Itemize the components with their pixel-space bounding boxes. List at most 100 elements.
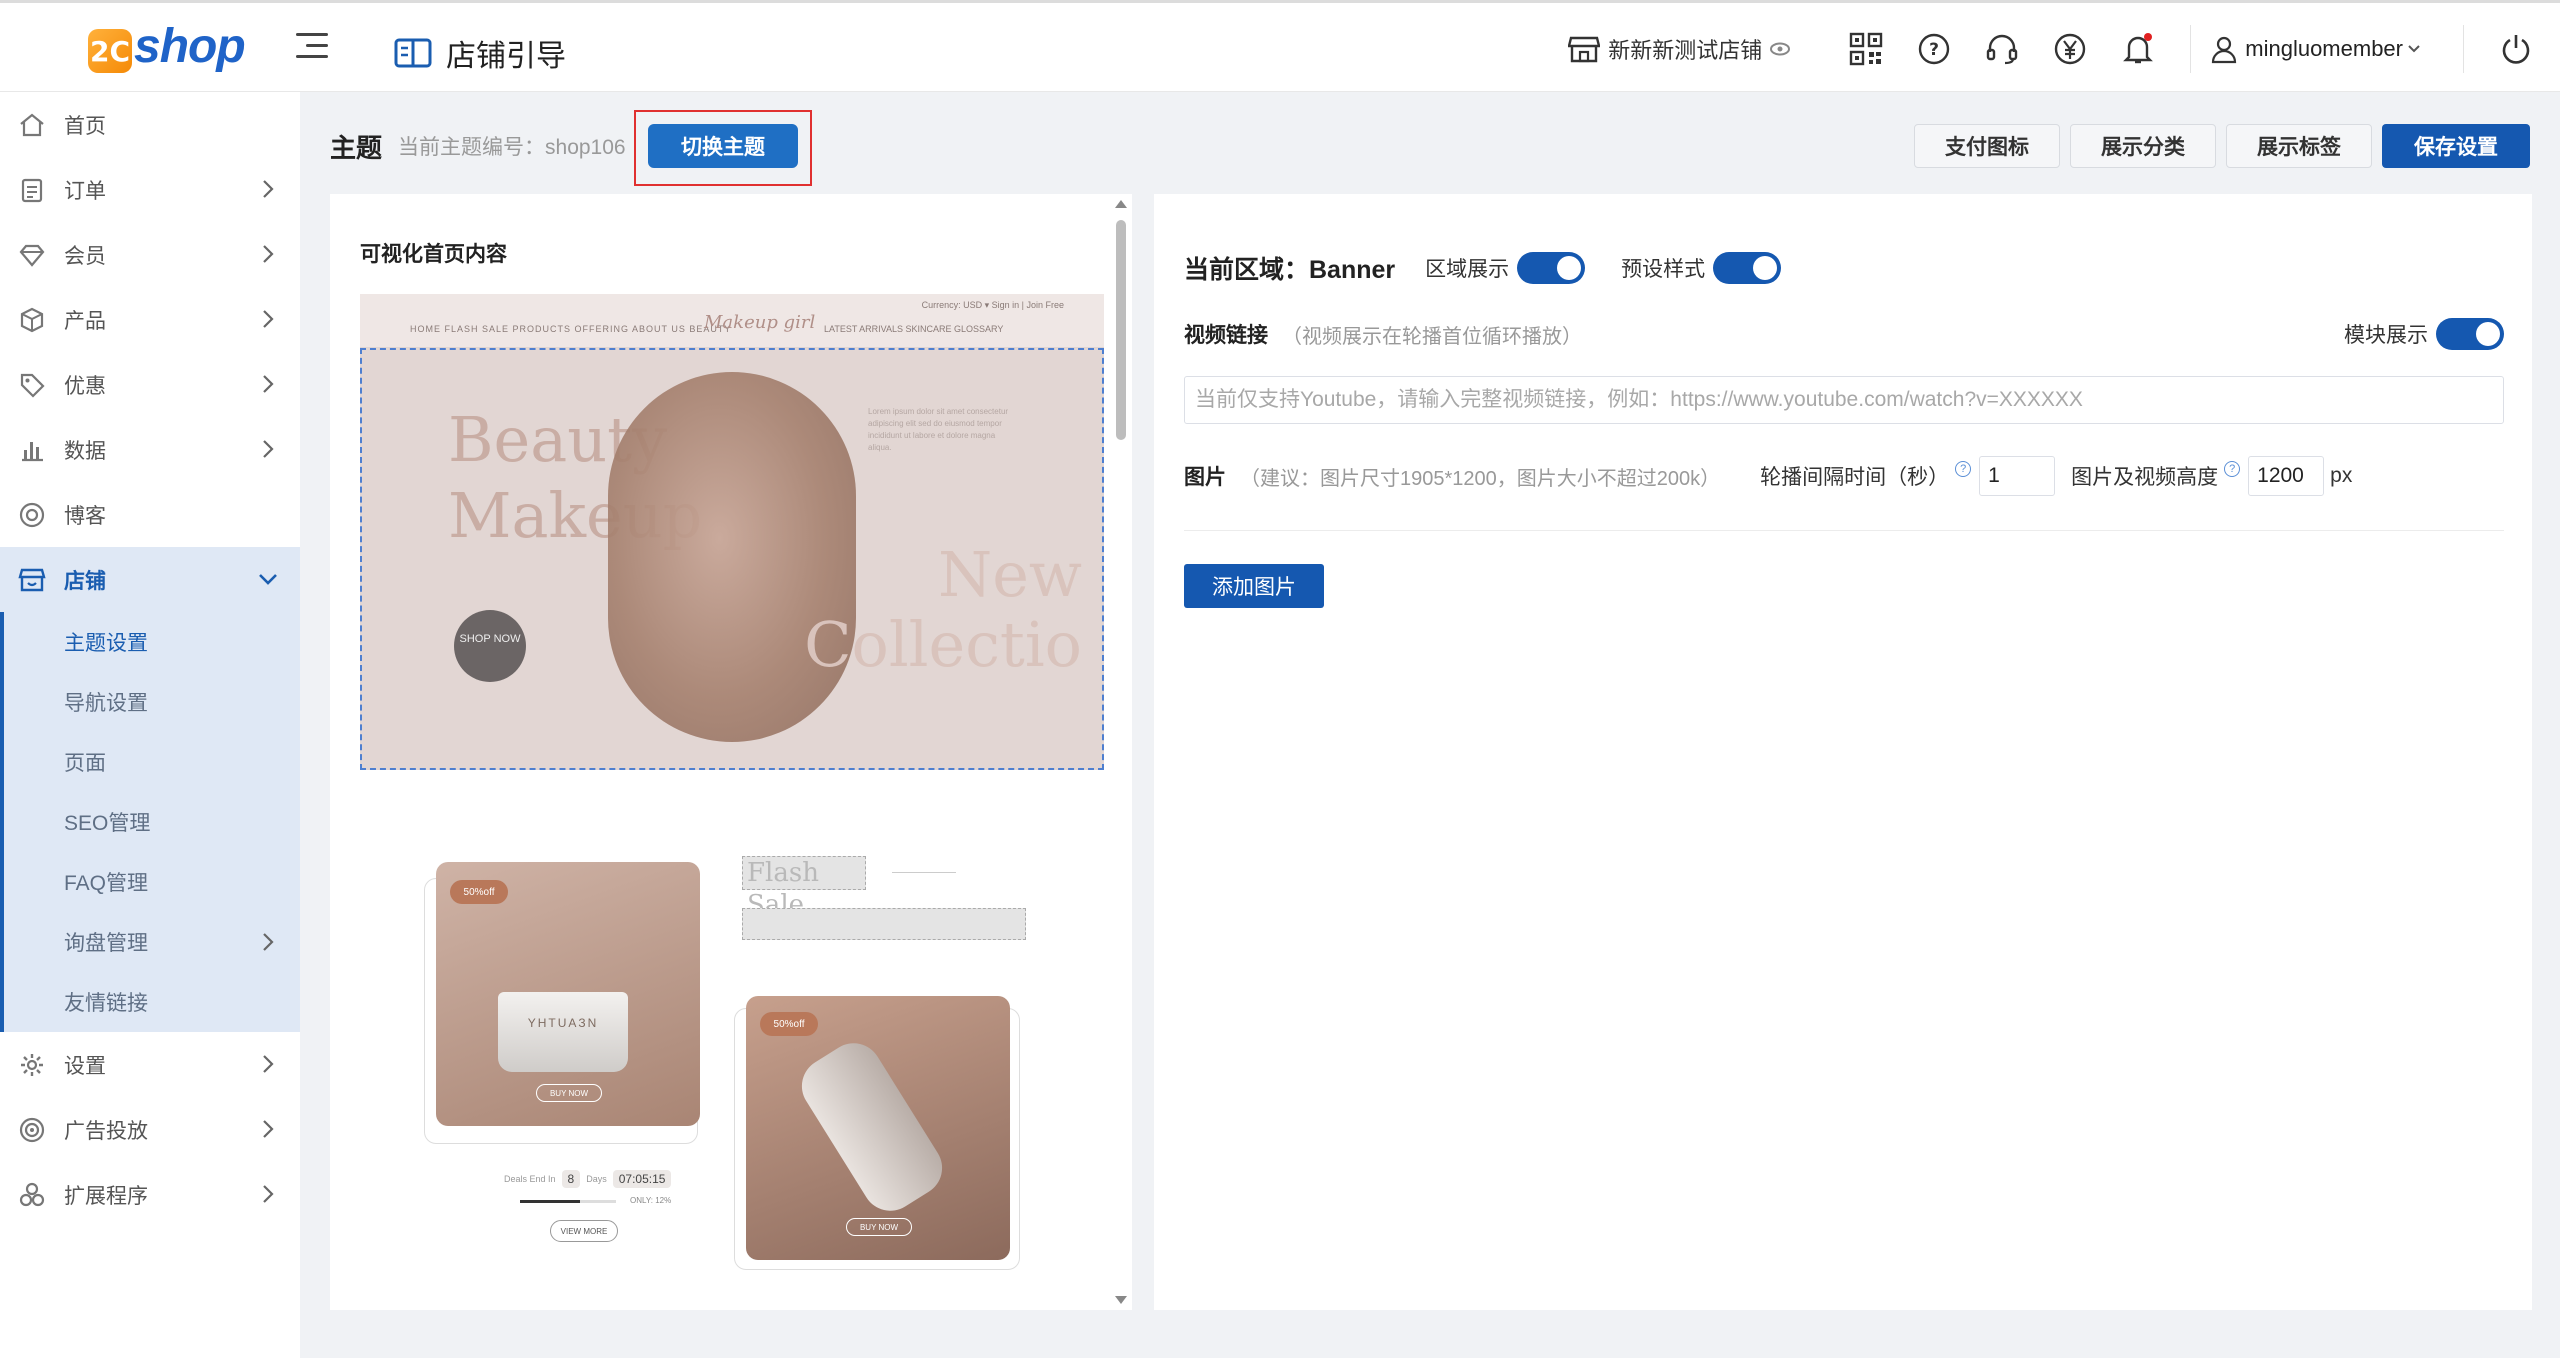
sidebar-subitem-inquiries[interactable]: 询盘管理 — [4, 912, 300, 972]
region-row: 当前区域：Banner 区域展示 预设样式 — [1184, 250, 1817, 286]
sidebar-subitem-faq[interactable]: FAQ管理 — [4, 852, 300, 912]
theme-title: 主题 — [330, 132, 383, 163]
box-icon — [16, 304, 48, 336]
banner-line-3: New — [937, 538, 1082, 611]
sidebar-item-ads[interactable]: 广告投放 — [0, 1097, 300, 1162]
current-region-label: 当前区域：Banner — [1184, 256, 1396, 284]
sidebar-item-products[interactable]: 产品 — [0, 287, 300, 352]
sidebar-subitem-friend-links[interactable]: 友情链接 — [4, 972, 300, 1032]
settings-divider — [1184, 530, 2504, 531]
scroll-up-arrow[interactable] — [1115, 200, 1127, 208]
store-guide-link[interactable]: 店铺引导 — [394, 31, 566, 75]
region-display-label: 区域展示 — [1425, 258, 1510, 281]
sidebar-item-label: 数据 — [64, 439, 106, 463]
qrcode-icon[interactable] — [1848, 31, 1884, 67]
switch-theme-button[interactable]: 切换主题 — [648, 124, 798, 168]
chevron-right-icon — [263, 180, 274, 198]
shop-now-circle: SHOP NOW — [454, 610, 526, 682]
carousel-interval-input[interactable] — [1979, 456, 2056, 496]
image-hint: （建议：图片尺寸1905*1200，图片大小不超过200k） — [1240, 467, 1721, 490]
video-link-row: 视频链接 （视频展示在轮播首位循环播放） 模块展示 — [1184, 318, 2504, 350]
preset-style-toggle[interactable] — [1713, 252, 1782, 284]
mock-nav-bar: HOME FLASH SALE PRODUCTS OFFERING ABOUT … — [360, 294, 1104, 348]
discount-badge: 50%off — [450, 880, 508, 904]
add-image-button[interactable]: 添加图片 — [1184, 564, 1324, 608]
timer-days-label: Days — [586, 1174, 607, 1184]
mock-nav-links: HOME FLASH SALE PRODUCTS OFFERING ABOUT … — [410, 324, 732, 334]
store-link[interactable]: 新新新测试店铺 — [1568, 33, 1798, 65]
sidebar-item-promotions[interactable]: 优惠 — [0, 352, 300, 417]
preview-scrollbar[interactable] — [1110, 194, 1132, 1310]
flash-sale-subtitle-placeholder — [742, 908, 1026, 940]
top-actions: 支付图标 展示分类 展示标签 保存设置 — [1904, 124, 2530, 168]
chevron-right-icon — [263, 933, 274, 951]
sidebar-item-shop[interactable]: 店铺 — [0, 547, 300, 612]
only-left-text: ONLY: 12% — [630, 1196, 672, 1205]
toolbar-divider — [2190, 25, 2192, 73]
banner-text-right: New Collectio — [762, 540, 1082, 680]
sidebar-item-settings[interactable]: 设置 — [0, 1032, 300, 1097]
help-icon[interactable]: ? — [1916, 31, 1952, 67]
show-category-button[interactable]: 展示分类 — [2070, 124, 2216, 168]
timer-time: 07:05:15 — [612, 1170, 672, 1188]
scroll-thumb[interactable] — [1116, 220, 1126, 440]
sidebar-subitem-theme-settings[interactable]: 主题设置 — [4, 612, 300, 672]
power-icon[interactable] — [2498, 31, 2534, 67]
sidebar-item-label: 首页 — [64, 114, 106, 138]
logo-text: shop — [134, 20, 246, 73]
media-height-label: 图片及视频高度 — [2071, 466, 2219, 489]
show-tags-button[interactable]: 展示标签 — [2226, 124, 2372, 168]
region-display-toggle[interactable] — [1517, 252, 1586, 284]
sidebar-item-label: 会员 — [64, 244, 106, 268]
carousel-interval-label: 轮播间隔时间（秒） — [1760, 466, 1950, 489]
view-more-pill: VIEW MORE — [550, 1220, 618, 1242]
sidebar-item-extensions[interactable]: 扩展程序 — [0, 1162, 300, 1227]
logo[interactable]: 2C shop — [88, 20, 246, 73]
chevron-right-icon — [263, 1185, 274, 1203]
user-menu[interactable]: mingluomember — [2209, 34, 2427, 64]
book-icon — [394, 38, 432, 68]
payment-icons-button[interactable]: 支付图标 — [1914, 124, 2060, 168]
top-bar: 2C shop 店铺引导 新新新测试店铺 ? mingluomember — [0, 0, 2560, 92]
sidebar-subitem-seo[interactable]: SEO管理 — [4, 792, 300, 852]
yen-icon[interactable] — [2052, 31, 2088, 67]
shop-submenu: 主题设置 导航设置 页面 SEO管理 FAQ管理 询盘管理 友情链接 — [0, 612, 300, 1032]
image-label: 图片 — [1184, 466, 1226, 489]
module-display-toggle[interactable] — [2436, 318, 2504, 350]
sidebar-subitem-pages[interactable]: 页面 — [4, 732, 300, 792]
video-link-hint: （视频展示在轮播首位循环播放） — [1282, 325, 1582, 348]
product-card-2: 50%off BUY NOW — [746, 996, 1010, 1260]
sidebar-item-data[interactable]: 数据 — [0, 417, 300, 482]
toolbar-divider-2 — [2463, 25, 2464, 73]
flash-sale-rule — [892, 872, 956, 873]
serum-bottle-image — [791, 1032, 953, 1222]
height-help-icon[interactable]: ? — [2224, 461, 2241, 477]
jar-label: YHTUAЗN — [527, 1016, 599, 1030]
sidebar-item-label: 设置 — [64, 1054, 106, 1078]
menu-toggle-icon[interactable] — [296, 33, 328, 63]
banner-line-4: Collectio — [804, 608, 1082, 681]
scroll-down-arrow[interactable] — [1115, 1296, 1127, 1304]
bell-icon[interactable] — [2120, 31, 2156, 67]
timer-label: Deals End In — [504, 1174, 556, 1184]
media-height-input[interactable] — [2248, 456, 2325, 496]
eye-icon[interactable] — [1770, 42, 1791, 56]
page-heading-text: 店铺引导 — [446, 40, 566, 73]
headset-icon[interactable] — [1984, 31, 2020, 67]
chevron-right-icon — [263, 1055, 274, 1073]
save-settings-button[interactable]: 保存设置 — [2382, 124, 2530, 168]
store-icon — [1568, 36, 1601, 63]
banner-region[interactable]: Beauty Makeup New Collectio Lorem ipsum … — [360, 348, 1104, 770]
diamond-icon — [16, 239, 48, 271]
sidebar-item-home[interactable]: 首页 — [0, 92, 300, 157]
sidebar-item-label: 订单 — [64, 179, 106, 203]
username: mingluomember — [2245, 36, 2403, 61]
video-link-input[interactable] — [1184, 376, 2504, 424]
target-icon — [16, 1114, 48, 1146]
sidebar-subitem-nav-settings[interactable]: 导航设置 — [4, 672, 300, 732]
interval-help-icon[interactable]: ? — [1955, 461, 1972, 477]
sidebar-item-orders[interactable]: 订单 — [0, 157, 300, 222]
sidebar-item-blog[interactable]: 博客 — [0, 482, 300, 547]
buy-now-pill: BUY NOW — [846, 1218, 912, 1236]
sidebar-item-members[interactable]: 会员 — [0, 222, 300, 287]
